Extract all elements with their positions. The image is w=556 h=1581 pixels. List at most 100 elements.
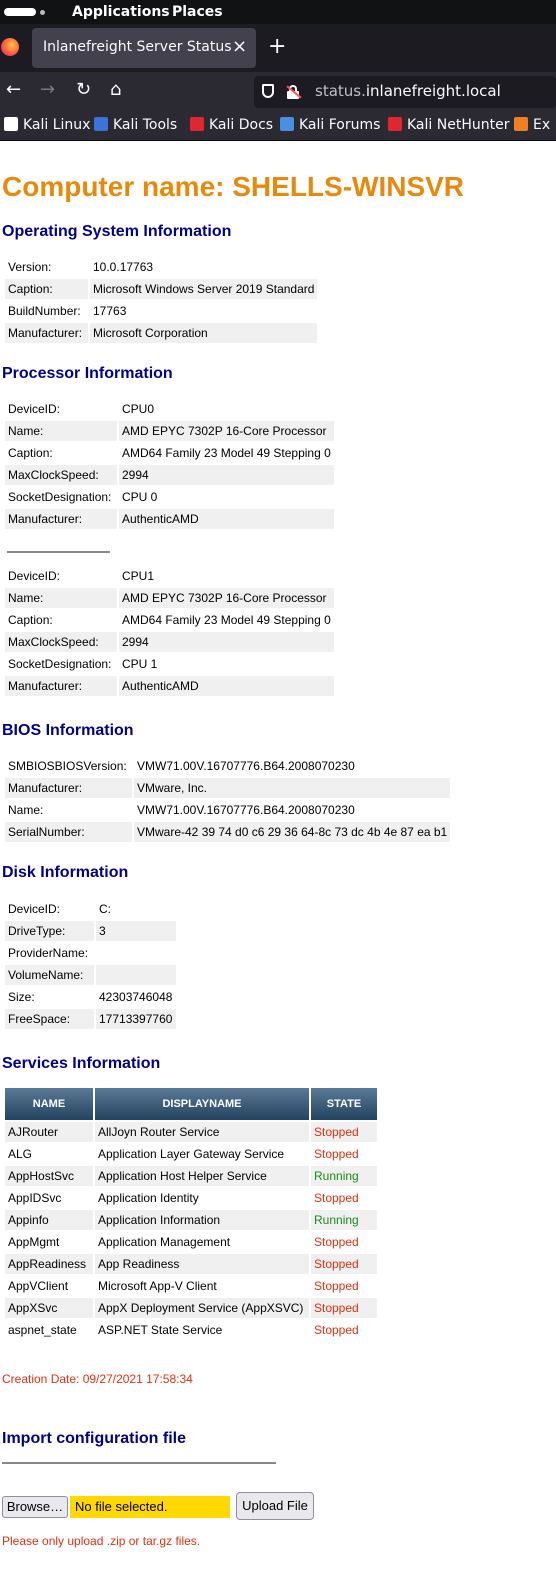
info-label: VolumeName: (5, 965, 94, 985)
info-value: VMW71.00V.16707776.B64.2008070230 (137, 803, 355, 817)
info-label: BuildNumber: (8, 304, 81, 318)
os-info-heading: Operating System Information (2, 223, 232, 240)
tab-title: Inlanefreight Server Status (43, 39, 232, 55)
service-state: Stopped (311, 1122, 377, 1142)
column-header: NAME (5, 1088, 93, 1120)
workspace-dot-icon[interactable] (40, 10, 45, 15)
info-label: DriveType: (5, 921, 94, 941)
exploit-db-icon (514, 117, 528, 131)
service-state: Stopped (314, 1235, 359, 1249)
info-value: VMware, Inc. (134, 778, 451, 798)
bookmark-item[interactable]: Kali Tools (94, 117, 177, 133)
service-state: Stopped (311, 1298, 377, 1318)
info-row: Manufacturer: AuthenticAMD (5, 676, 334, 696)
info-label: Name: (5, 588, 117, 608)
home-icon[interactable]: ⌂ (110, 80, 121, 100)
info-label: DeviceID: (8, 902, 61, 916)
services-info-heading: Services Information (2, 1055, 161, 1072)
close-tab-icon[interactable]: × (232, 36, 247, 57)
applications-menu[interactable]: Applications (72, 4, 170, 20)
service-state: Running (311, 1166, 377, 1186)
service-name: AJRouter (5, 1122, 93, 1142)
service-name: AppVClient (8, 1279, 69, 1293)
info-value: VMware-42 39 74 d0 c6 29 36 64-8c 73 dc … (134, 822, 451, 842)
services-header-row: NAME DISPLAYNAME STATE (5, 1088, 377, 1120)
import-divider (2, 1462, 276, 1464)
bookmark-item[interactable]: Kali Forums (280, 117, 380, 133)
info-value: CPU0 (122, 402, 155, 416)
bookmark-item[interactable]: Kali Linux (4, 117, 90, 133)
browser-tab[interactable]: Inlanefreight Server Status × (32, 28, 256, 68)
service-display-name: Application Host Helper Service (95, 1166, 309, 1186)
new-tab-button[interactable]: + (268, 36, 286, 58)
kali-docs-icon (190, 117, 204, 131)
table-row: ALG Application Layer Gateway Service Stop… (5, 1144, 377, 1164)
bookmark-item[interactable]: Ex (514, 117, 550, 133)
info-value: VMW71.00V.16707776.B64.2008070230 (137, 759, 355, 773)
bios-info-heading: BIOS Information (2, 722, 134, 739)
info-row: DeviceID: CPU1 (5, 566, 334, 586)
info-value: AMD64 Family 23 Model 49 Stepping 0 (122, 613, 331, 627)
table-row: AppReadiness App Readiness Stopped (5, 1254, 377, 1274)
back-arrow-icon[interactable]: ← (6, 80, 21, 100)
info-row: MaxClockSpeed: 2994 (5, 465, 334, 485)
places-menu[interactable]: Places (172, 4, 223, 20)
info-value: AMD64 Family 23 Model 49 Stepping 0 (122, 446, 331, 460)
info-row: Caption: AMD64 Family 23 Model 49 Steppin… (5, 610, 334, 630)
upload-file-button[interactable]: Upload File (236, 1492, 314, 1520)
bookmark-item[interactable]: Kali NetHunter (388, 117, 509, 133)
service-state: Running (311, 1210, 377, 1230)
info-row: Name: VMW71.00V.16707776.B64.2008070230 (5, 800, 450, 820)
kali-tools-icon (94, 117, 108, 131)
service-state: Stopped (311, 1254, 377, 1274)
tracking-protection-shield-icon[interactable] (262, 84, 274, 98)
browse-button[interactable]: Browse… (2, 1496, 68, 1518)
processor-info-heading: Processor Information (2, 365, 173, 382)
info-value: 10.0.17763 (93, 260, 154, 274)
info-row: Manufacturer: VMware, Inc. (5, 778, 451, 798)
info-value: CPU1 (122, 569, 155, 583)
service-display-name: Application Management (98, 1235, 231, 1249)
kali-dragon-icon (4, 117, 18, 131)
service-name: AppHostSvc (5, 1166, 93, 1186)
info-label: Caption: (8, 446, 53, 460)
info-label: SMBIOSBIOSVersion: (8, 759, 127, 773)
service-name: AppXSvc (5, 1298, 93, 1318)
service-display-name: Application Information (95, 1210, 309, 1230)
info-label: Name: (5, 421, 117, 441)
info-value (96, 965, 176, 985)
cpu1-info-table: DeviceID: CPU1 Name: AMD EPYC 7302P 16-Core… (3, 564, 336, 698)
workspace-indicator-icon[interactable] (4, 8, 36, 16)
service-name: AppMgmt (8, 1235, 60, 1249)
table-row: AppXSvc AppX Deployment Service (AppXSVC)… (5, 1298, 377, 1318)
bookmark-label: Kali Tools (113, 117, 178, 133)
forward-arrow-icon[interactable]: → (40, 80, 55, 100)
service-display-name: Microsoft App-V Client (98, 1279, 217, 1293)
table-row: Appinfo Application Information Running (5, 1210, 377, 1230)
service-name: AppReadiness (5, 1254, 93, 1274)
info-row: DeviceID: CPU0 (5, 399, 334, 419)
info-value: CPU 1 (122, 657, 158, 671)
bookmark-label: Ex (533, 117, 551, 133)
info-row: Size: 42303746048 (5, 987, 176, 1007)
info-label: FreeSpace: (5, 1009, 94, 1029)
file-selection-status[interactable]: No file selected. (70, 1496, 230, 1518)
bookmark-item[interactable]: Kali Docs (190, 117, 273, 133)
service-display-name: Application Identity (98, 1191, 199, 1205)
url-bar[interactable]: status.inlanefreight.local (254, 76, 556, 108)
kali-forums-icon (280, 117, 294, 131)
bookmark-label: Kali NetHunter (407, 117, 510, 133)
insecure-lock-icon[interactable] (286, 85, 302, 99)
reload-icon[interactable]: ↻ (76, 80, 91, 100)
info-label: Manufacturer: (5, 509, 117, 529)
info-label: Manufacturer: (5, 323, 88, 343)
info-value: 17763 (93, 304, 127, 318)
cpu-separator (7, 551, 110, 553)
url-text[interactable]: status.inlanefreight.local (315, 82, 501, 100)
table-row: aspnet_state ASP.NET State Service Stopped (5, 1320, 377, 1340)
service-display-name: AllJoyn Router Service (95, 1122, 309, 1142)
info-label: Name: (8, 803, 44, 817)
system-top-bar: Applications Places (0, 0, 556, 24)
info-row: SMBIOSBIOSVersion: VMW71.00V.16707776.B64… (5, 756, 450, 776)
kali-nethunter-icon (388, 117, 402, 131)
